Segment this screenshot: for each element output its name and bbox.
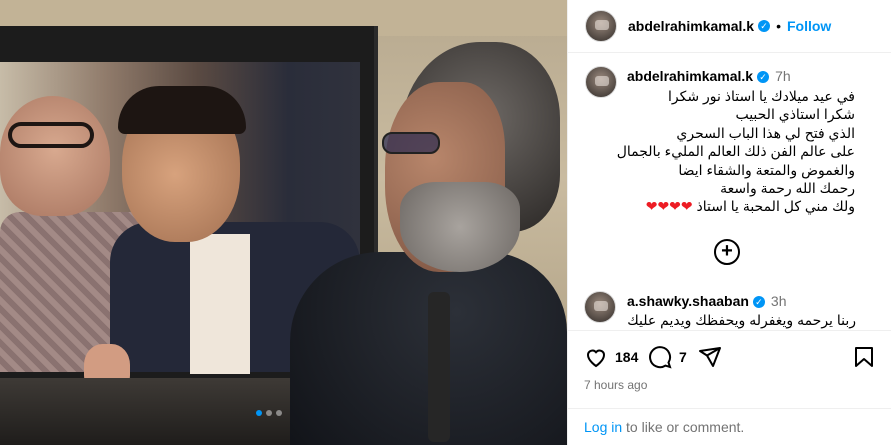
share-button[interactable]: [698, 345, 722, 369]
comment-time[interactable]: 3h: [771, 293, 787, 309]
post-header: abdelrahimkamal.k ✓ • Follow: [568, 0, 891, 53]
heart-icon: [586, 349, 606, 368]
follow-button[interactable]: Follow: [787, 18, 831, 34]
author-username[interactable]: abdelrahimkamal.k: [628, 18, 754, 34]
verified-icon: ✓: [752, 296, 765, 309]
comment-username[interactable]: a.shawky.shaaban: [627, 293, 749, 309]
comment-text: ربنا يرحمه ويغفرله ويحفظك ويديم عليك: [627, 312, 856, 328]
carousel-dot: [256, 410, 262, 416]
caption-time[interactable]: 7h: [775, 68, 791, 84]
carousel-dot: [276, 410, 282, 416]
save-button[interactable]: [852, 345, 876, 369]
verified-icon: ✓: [757, 71, 770, 84]
like-count[interactable]: 184: [615, 349, 638, 365]
avatar[interactable]: [585, 10, 617, 42]
like-button[interactable]: 184: [584, 345, 638, 369]
share-icon: [699, 347, 721, 367]
comment-button[interactable]: 7: [648, 345, 687, 369]
hearts-emoji: ❤❤❤❤: [645, 198, 693, 215]
plus-circle-icon[interactable]: +: [714, 239, 740, 265]
caption-text: في عيد ميلادك يا استاذ نور شكرا شكرا است…: [585, 87, 855, 216]
carousel-dot: [266, 410, 272, 416]
posted-time[interactable]: 7 hours ago: [584, 378, 647, 392]
separator: •: [776, 18, 781, 34]
login-link[interactable]: Log in: [584, 419, 622, 435]
foreground-person: [290, 42, 567, 445]
post-media[interactable]: [0, 0, 567, 445]
caption-username[interactable]: abdelrahimkamal.k: [627, 68, 753, 84]
comment-icon: [649, 346, 672, 369]
caption-body: في عيد ميلادك يا استاذ نور شكرا شكرا است…: [616, 88, 855, 215]
comments-section: abdelrahimkamal.k ✓ 7h في عيد ميلادك يا اس…: [568, 54, 891, 329]
login-text: to like or comment.: [626, 419, 745, 435]
caption-header: abdelrahimkamal.k ✓ 7h: [627, 68, 791, 84]
action-bar: 184 7: [568, 330, 891, 380]
post-sidebar: abdelrahimkamal.k ✓ • Follow abdelrahimk…: [567, 0, 891, 445]
comment-count[interactable]: 7: [679, 349, 687, 365]
carousel-indicator: [256, 410, 282, 416]
bookmark-icon: [855, 347, 873, 367]
verified-icon: ✓: [758, 20, 771, 32]
login-bar: Log in to like or comment.: [568, 408, 891, 445]
comment-header: a.shawky.shaaban ✓ 3h: [627, 293, 787, 309]
